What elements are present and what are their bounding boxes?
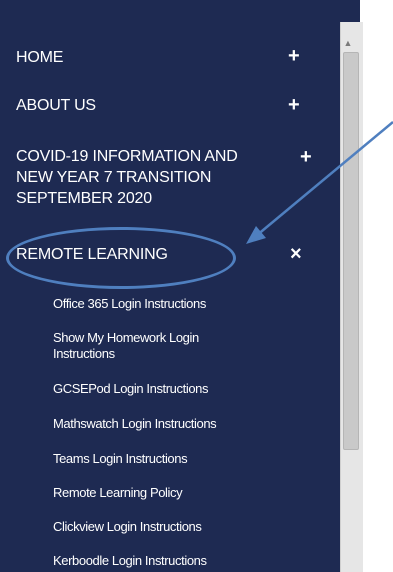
annotation-arrow-icon [246, 121, 393, 244]
